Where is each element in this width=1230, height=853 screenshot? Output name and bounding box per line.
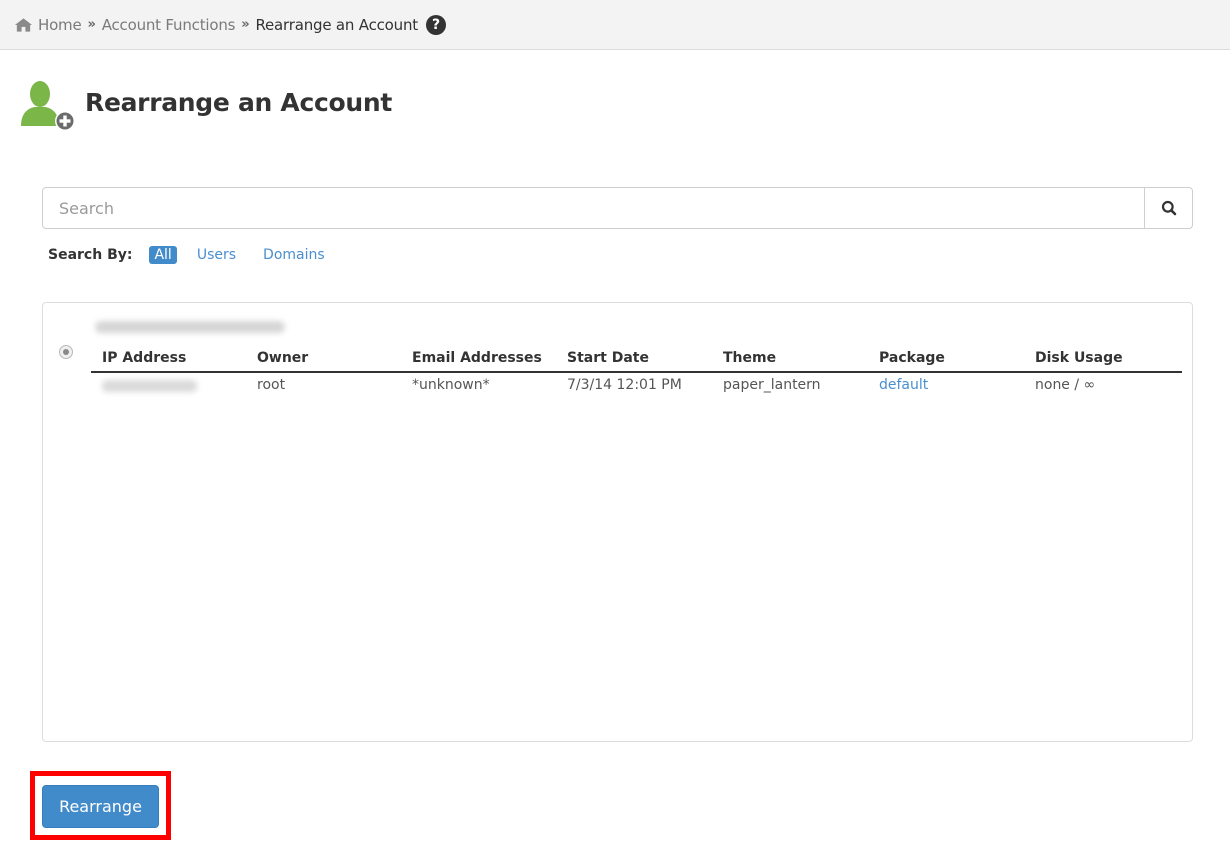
- breadcrumb-separator: »: [241, 17, 250, 32]
- ip-address-redacted: [102, 380, 197, 392]
- search-group: [42, 187, 1193, 229]
- table-header-row: IP Address Owner Email Addresses Start D…: [91, 347, 1182, 373]
- cell-disk-usage: none / ∞: [1035, 377, 1096, 393]
- user-add-icon: [21, 81, 75, 131]
- breadcrumb-current: Rearrange an Account: [255, 15, 418, 34]
- search-by: Search By: All Users Domains: [48, 246, 352, 264]
- column-header-email-addresses: Email Addresses: [401, 347, 556, 373]
- package-link[interactable]: default: [879, 377, 928, 393]
- search-by-label: Search By:: [48, 247, 133, 263]
- column-header-package: Package: [868, 347, 1024, 373]
- search-by-domains[interactable]: Domains: [263, 247, 325, 263]
- search-button[interactable]: [1144, 188, 1192, 228]
- account-domain-redacted: [95, 321, 285, 333]
- home-icon[interactable]: [14, 17, 33, 33]
- search-icon: [1161, 200, 1176, 216]
- page-title: Rearrange an Account: [85, 87, 393, 117]
- cell-theme: paper_lantern: [723, 377, 821, 393]
- help-icon[interactable]: ?: [425, 14, 446, 35]
- column-header-owner: Owner: [246, 347, 401, 373]
- column-header-disk-usage: Disk Usage: [1024, 347, 1182, 373]
- account-table: IP Address Owner Email Addresses Start D…: [91, 347, 1182, 396]
- breadcrumb-separator: »: [87, 17, 96, 32]
- cell-start-date: 7/3/14 12:01 PM: [567, 377, 682, 393]
- cell-ip-address: [91, 372, 246, 396]
- search-by-users[interactable]: Users: [197, 247, 236, 263]
- column-header-theme: Theme: [712, 347, 868, 373]
- search-input[interactable]: [43, 188, 1144, 228]
- rearrange-button[interactable]: Rearrange: [42, 785, 159, 828]
- breadcrumb-home[interactable]: Home: [38, 16, 82, 34]
- search-by-all[interactable]: All: [149, 246, 177, 264]
- account-select-radio[interactable]: [59, 345, 73, 359]
- table-row[interactable]: root *unknown* 7/3/14 12:01 PM paper_lan…: [91, 372, 1182, 396]
- cell-owner: root: [257, 377, 286, 393]
- breadcrumb-account-functions[interactable]: Account Functions: [102, 16, 236, 34]
- column-header-start-date: Start Date: [556, 347, 712, 373]
- results-panel: IP Address Owner Email Addresses Start D…: [42, 302, 1193, 742]
- cell-email-addresses: *unknown*: [412, 377, 490, 393]
- page-header: Rearrange an Account: [19, 80, 392, 134]
- breadcrumb: Home » Account Functions » Rearrange an …: [0, 0, 1230, 50]
- cell-package: default: [868, 372, 1024, 396]
- column-header-ip-address: IP Address: [91, 347, 246, 373]
